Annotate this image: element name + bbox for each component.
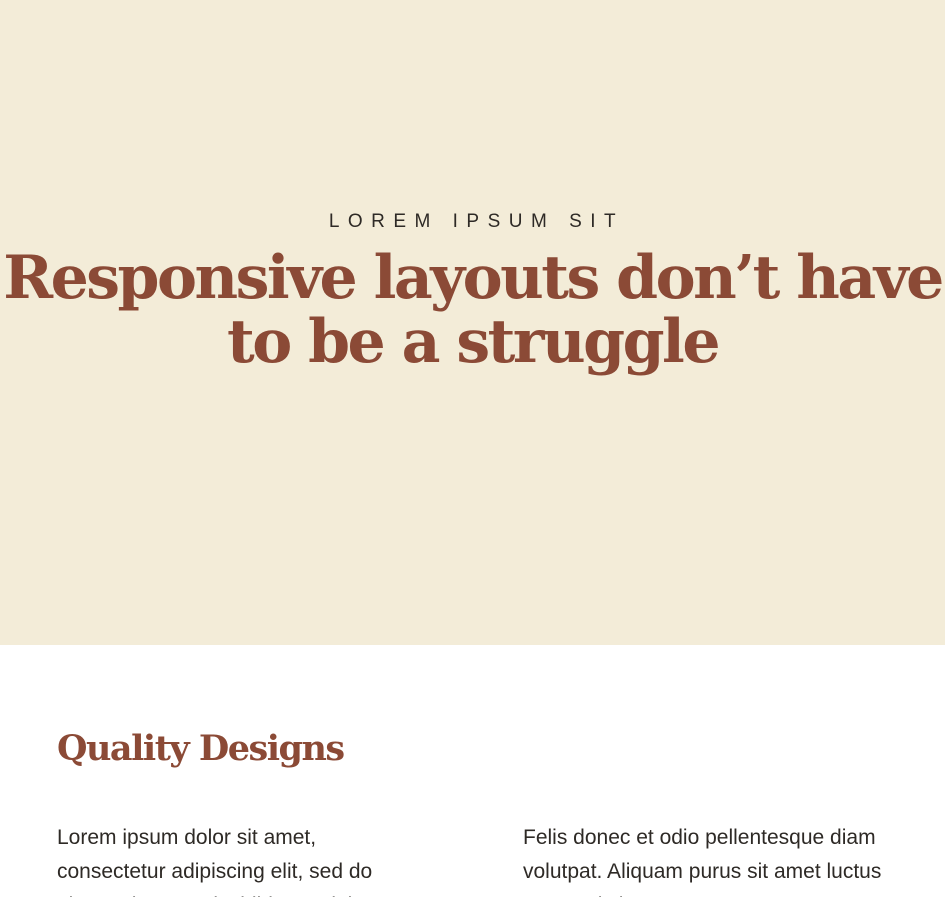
features-section: Quality Designs Lorem ipsum dolor sit am… bbox=[0, 645, 945, 897]
hero-eyebrow: LOREM IPSUM SIT bbox=[328, 211, 625, 232]
left-column-text: Lorem ipsum dolor sit amet, consectetur … bbox=[57, 826, 390, 897]
hero-section: LOREM IPSUM SIT Responsive layouts don’t… bbox=[0, 0, 945, 645]
right-column-text: Felis donec et odio pellentesque diam vo… bbox=[523, 826, 882, 897]
hero-headline: Responsive layouts don’t have to be a st… bbox=[3, 243, 944, 377]
section-title: Quality Designs bbox=[57, 728, 345, 769]
